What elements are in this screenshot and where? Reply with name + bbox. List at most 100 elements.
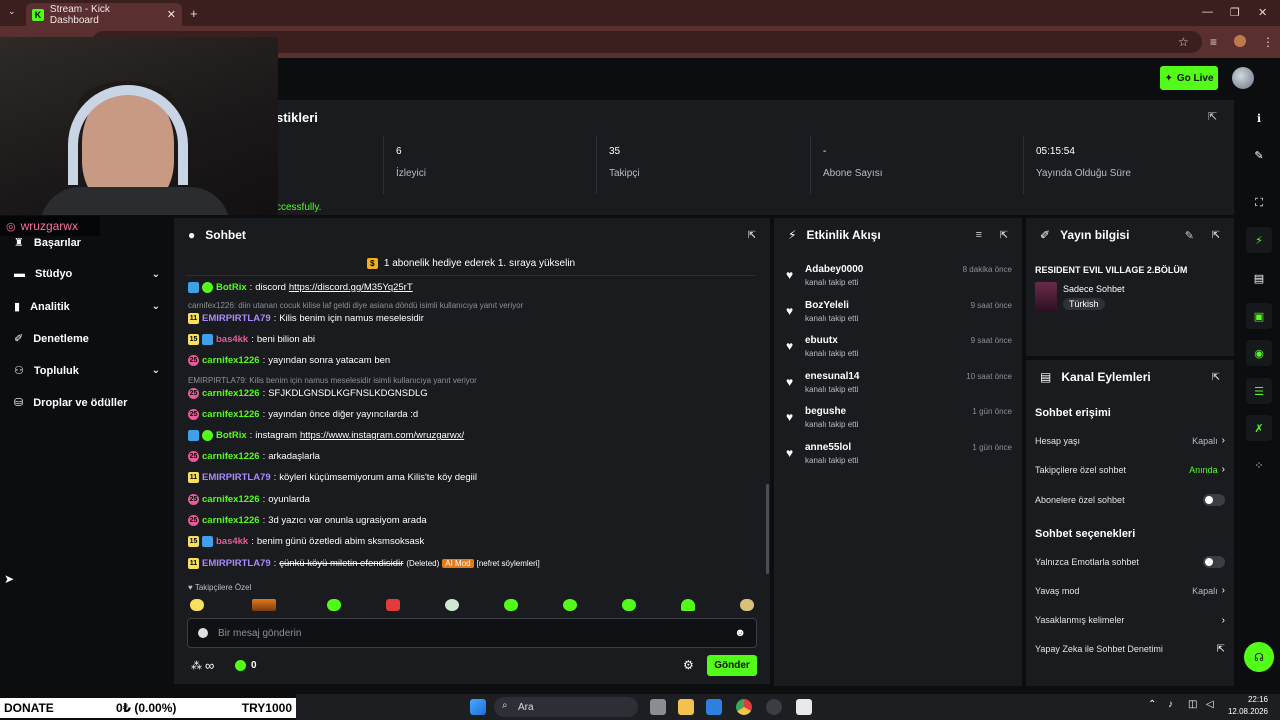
tray-chevron-icon[interactable]: ⌃ — [1148, 699, 1156, 710]
popout-icon[interactable]: ⇱ — [1212, 230, 1220, 241]
obs-icon[interactable] — [766, 699, 782, 715]
chat-icon[interactable]: ▣ — [1246, 303, 1272, 329]
channel-action-row[interactable]: Takipçilere özel sohbet Anında › — [1035, 464, 1225, 475]
chat-message[interactable]: BotRix: discord https://discord.gg/M35Yq2… — [188, 282, 413, 293]
sidebar-item-moderation[interactable]: ✐ Denetleme — [14, 332, 160, 346]
activity-username[interactable]: ebuutx — [805, 335, 838, 346]
new-tab-button[interactable]: + — [190, 6, 198, 21]
tab-close-icon[interactable]: ✕ — [167, 8, 176, 21]
emote-soccer[interactable] — [445, 599, 459, 611]
activity-item[interactable]: ♥ anne55lol kanalı takip etti 1 gün önce — [786, 442, 1012, 472]
channel-action-row[interactable]: Yalnızca Emotlarla sohbet — [1035, 556, 1225, 568]
sidebar-item-analytics[interactable]: ▮ Analitik ⌄ — [14, 300, 160, 314]
activity-item[interactable]: ♥ ebuutx kanalı takip etti 9 saat önce — [786, 335, 1012, 365]
browser-tab[interactable]: K Stream - Kick Dashboard ✕ — [26, 3, 182, 26]
chat-settings-icon[interactable]: ⚙ — [683, 658, 694, 672]
emote-green[interactable] — [622, 599, 636, 611]
channel-action-row[interactable]: Hesap yaşı Kapalı › — [1035, 435, 1225, 446]
chat-username[interactable]: EMIRPIRTLA79 — [202, 313, 271, 324]
popout-icon[interactable]: ⇱ — [748, 230, 756, 241]
chat-link[interactable]: https://www.instagram.com/wruzgarwx/ — [300, 430, 464, 441]
chat-message[interactable]: 15 bas4kk: benim günü özetledi abim sksmso… — [188, 536, 424, 547]
popout-icon[interactable]: ⇱ — [1000, 230, 1008, 241]
profile-icon[interactable] — [1234, 35, 1246, 47]
chat-message[interactable]: 25 carnifex1226: yayından önce diğer yayın… — [188, 409, 418, 420]
close-window-icon[interactable]: ✕ — [1258, 6, 1267, 19]
notepad-icon[interactable] — [796, 699, 812, 715]
chat-username[interactable]: bas4kk — [216, 536, 248, 547]
activity-username[interactable]: enesunal14 — [805, 371, 859, 382]
activity-icon[interactable]: ⚡ — [1246, 227, 1272, 253]
chat-username[interactable]: carnifex1226 — [202, 451, 260, 462]
broadcast-icon[interactable]: ◉ — [1246, 340, 1272, 366]
browser-menu-icon[interactable]: ⋮ — [1262, 35, 1274, 49]
edit-icon[interactable]: ✎ — [1246, 142, 1272, 168]
emote-banana[interactable] — [190, 599, 204, 611]
chat-scrollbar[interactable] — [766, 484, 769, 574]
chat-message[interactable]: 25 carnifex1226:3d yazıcı var onunla ugra… — [188, 515, 427, 526]
activity-username[interactable]: begushe — [805, 406, 846, 417]
mail-icon[interactable] — [706, 699, 722, 715]
activity-item[interactable]: ♥ begushe kanalı takip etti 1 gün önce — [786, 406, 1012, 436]
tab-list-icon[interactable]: ⌄ — [8, 6, 16, 17]
more-apps-icon[interactable]: ⁘ — [1246, 452, 1272, 478]
chat-message[interactable]: 25 carnifex1226: oyunlarda — [188, 494, 310, 505]
task-view-icon[interactable] — [650, 699, 666, 715]
connections-icon[interactable]: ⁂ — [191, 659, 202, 672]
network-icon[interactable]: ◫ — [1188, 699, 1197, 710]
emote-angry[interactable] — [386, 599, 400, 611]
chat-message[interactable]: 11 EMIRPIRTLA79: köyleri küçümsemiyorum am… — [188, 472, 477, 483]
send-button[interactable]: Gönder — [707, 655, 757, 676]
file-explorer-icon[interactable] — [678, 699, 694, 715]
chat-message[interactable]: 15 bas4kk: beni bilion abi — [188, 334, 315, 345]
sidebar-item-community[interactable]: ⚇ Topluluk ⌄ — [14, 364, 160, 378]
chat-username[interactable]: carnifex1226 — [202, 494, 260, 505]
emote-ghost[interactable] — [681, 599, 695, 611]
minimize-icon[interactable]: — — [1202, 6, 1213, 18]
chat-message[interactable]: 25 carnifex1226: SFJKDLGNSDLKGFNSLKDGNSDLG — [188, 388, 428, 399]
channel-action-row[interactable]: Yapay Zeka ile Sohbet Denetimi ⇱ — [1035, 644, 1225, 655]
channel-action-row[interactable]: Yasaklanmış kelimeler › — [1035, 615, 1225, 626]
activity-username[interactable]: Adabey0000 — [805, 264, 863, 275]
sidebar-item-achievements[interactable]: ♜ Başarılar — [14, 236, 160, 250]
layout-icon[interactable]: ☰ — [1246, 378, 1272, 404]
taskbar-search[interactable]: ⌕ Ara — [494, 697, 638, 717]
bookmark-star-icon[interactable]: ☆ — [1178, 35, 1189, 49]
channel-action-row[interactable]: Yavaş mod Kapalı › — [1035, 585, 1225, 596]
popout-icon[interactable]: ⇱ — [1212, 372, 1220, 383]
sidebar-item-studio[interactable]: ▬ Stüdyo ⌄ — [14, 268, 160, 280]
activity-username[interactable]: anne55lol — [805, 442, 851, 453]
filter-icon[interactable]: ≡ — [976, 229, 982, 241]
pinned-banner[interactable]: $ 1 abonelik hediye ederek 1. sıraya yük… — [186, 252, 756, 276]
chrome-icon[interactable] — [736, 699, 752, 715]
chat-message[interactable]: 11 EMIRPIRTLA79: çünkü köyü miletin efendi… — [188, 558, 540, 569]
expand-icon[interactable]: ⇱ — [1208, 110, 1217, 123]
activity-item[interactable]: ♥ enesunal14 kanalı takip etti 10 saat önce — [786, 371, 1012, 401]
chat-username[interactable]: EMIRPIRTLA79 — [202, 558, 271, 569]
activity-username[interactable]: BozYeleli — [805, 300, 849, 311]
info-icon[interactable]: ℹ — [1246, 105, 1272, 131]
microphone-icon[interactable]: ♪ — [1168, 699, 1173, 710]
chat-username[interactable]: carnifex1226 — [202, 355, 260, 366]
edit-icon[interactable]: ✎ — [1185, 229, 1194, 242]
notes-icon[interactable]: ▤ — [1246, 265, 1272, 291]
toggle-switch[interactable] — [1203, 556, 1225, 568]
chat-message[interactable]: BotRix: instagram https://www.instagram.c… — [188, 430, 464, 441]
chat-username[interactable]: EMIRPIRTLA79 — [202, 472, 271, 483]
chat-username[interactable]: carnifex1226 — [202, 409, 260, 420]
emote-star[interactable] — [563, 599, 577, 611]
fullscreen-icon[interactable]: ⛶ — [1246, 190, 1272, 216]
taskbar-clock[interactable]: 22:16 12.08.2026 — [1228, 694, 1268, 718]
chat-username[interactable]: carnifex1226 — [202, 515, 260, 526]
activity-item[interactable]: ♥ Adabey0000 kanalı takip etti 8 dakika önc… — [786, 264, 1012, 294]
go-live-button[interactable]: ✦ Go Live — [1160, 66, 1218, 90]
emote-blob[interactable] — [504, 599, 518, 611]
volume-icon[interactable]: ◁ — [1206, 699, 1214, 710]
maximize-icon[interactable]: ❐ — [1230, 6, 1240, 19]
activity-item[interactable]: ♥ BozYeleli kanalı takip etti 9 saat önce — [786, 300, 1012, 330]
chat-link[interactable]: https://discord.gg/M35Yq25rT — [289, 282, 413, 293]
emote-fire[interactable] — [252, 599, 276, 611]
chat-username[interactable]: carnifex1226 — [202, 388, 260, 399]
chat-message[interactable]: 11 EMIRPIRTLA79: Kilis benim için namus me… — [188, 313, 424, 324]
emote-face[interactable] — [740, 599, 754, 611]
